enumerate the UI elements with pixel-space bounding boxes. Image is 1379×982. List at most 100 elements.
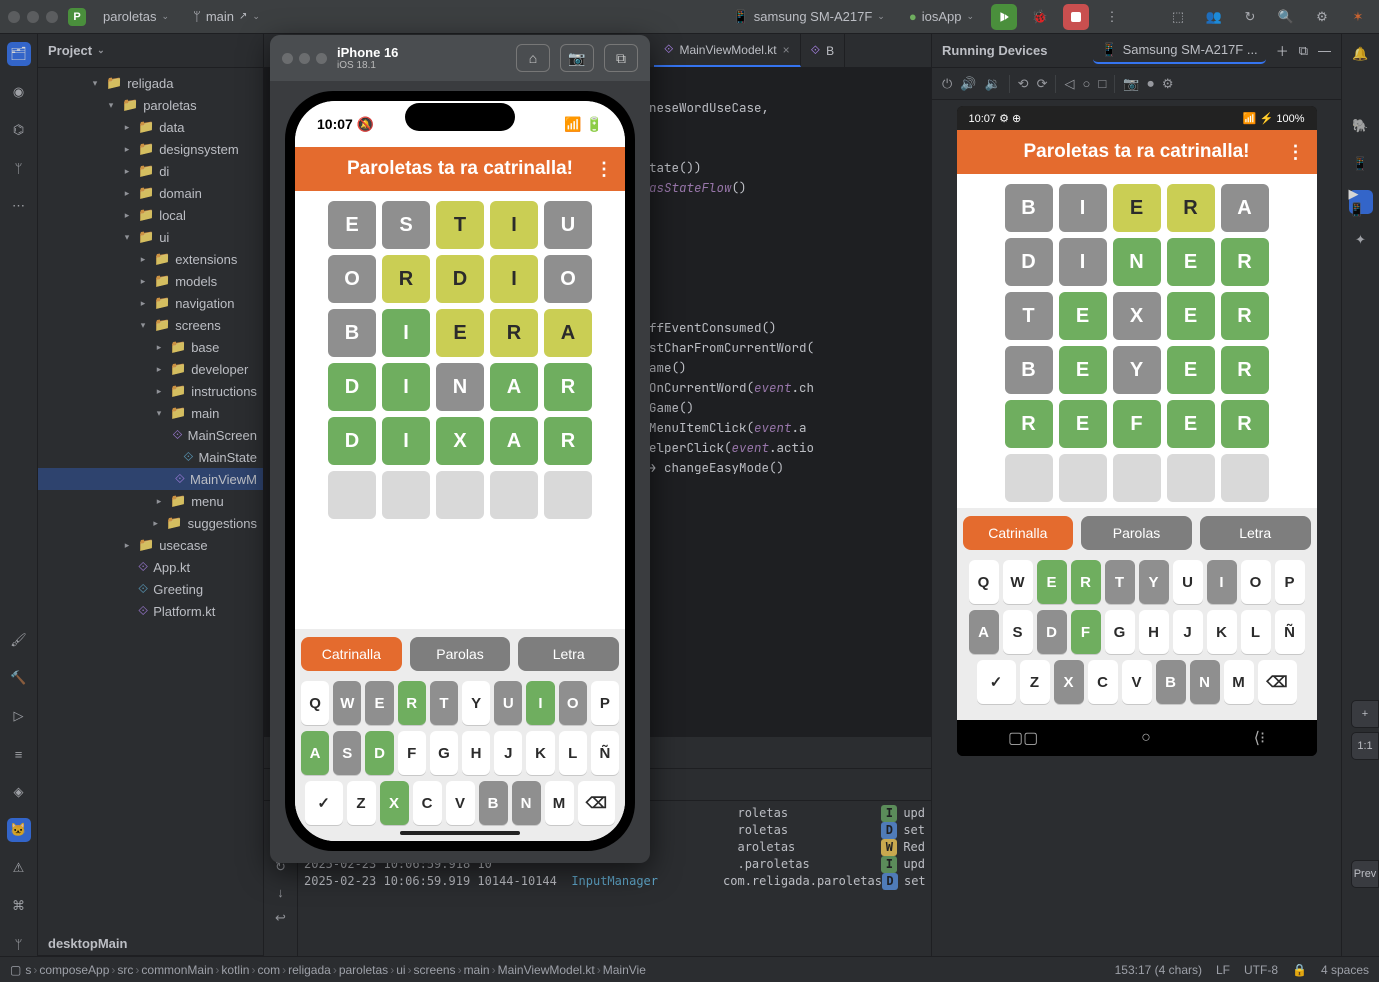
line-sep[interactable]: LF: [1216, 963, 1230, 977]
key-N[interactable]: N: [512, 781, 541, 825]
tree-row[interactable]: ▾📁religada: [38, 72, 263, 94]
vol-up-icon[interactable]: 🔊: [960, 76, 976, 92]
breadcrumb-part[interactable]: ui: [396, 963, 405, 977]
tree-row[interactable]: ▾📁paroletas: [38, 94, 263, 116]
project-selector[interactable]: paroletas⌄: [96, 6, 176, 27]
tree-row[interactable]: ▸📁domain: [38, 182, 263, 204]
code-with-me-icon[interactable]: 👥: [1201, 4, 1227, 30]
build-tool-icon[interactable]: 🔨: [7, 666, 31, 690]
lock-icon[interactable]: 🔒: [1292, 963, 1307, 977]
key-W[interactable]: W: [1003, 560, 1033, 604]
more-tool-icon[interactable]: ⋯: [7, 194, 31, 218]
breadcrumb-part[interactable]: screens: [414, 963, 456, 977]
key-K[interactable]: K: [526, 731, 554, 775]
breadcrumb-part[interactable]: com: [257, 963, 280, 977]
breadcrumb-part[interactable]: s: [25, 963, 31, 977]
key-L[interactable]: L: [1241, 610, 1271, 654]
mode-parolas[interactable]: Parolas: [1081, 516, 1192, 550]
tree-row[interactable]: ▾📁main: [38, 402, 263, 424]
tree-row[interactable]: ▸📁suggestions: [38, 512, 263, 534]
commit-tool-icon[interactable]: ◉: [7, 80, 31, 104]
breadcrumb-part[interactable]: kotlin: [221, 963, 249, 977]
tree-row[interactable]: ▸📁base: [38, 336, 263, 358]
add-device-icon[interactable]: ＋: [1276, 41, 1289, 60]
indent[interactable]: 4 spaces: [1321, 963, 1369, 977]
key-✓[interactable]: ✓: [977, 660, 1016, 704]
settings-icon[interactable]: ⚙: [1309, 4, 1335, 30]
key-N[interactable]: N: [1190, 660, 1220, 704]
tree-icon[interactable]: ▢: [10, 963, 21, 977]
screenshot-icon[interactable]: 📷: [1123, 76, 1139, 92]
key-D[interactable]: D: [365, 731, 393, 775]
tree-row[interactable]: ⟐MainState: [38, 446, 263, 468]
key-X[interactable]: X: [1054, 660, 1084, 704]
search-icon[interactable]: 🔍: [1273, 4, 1299, 30]
key-V[interactable]: V: [1122, 660, 1152, 704]
mode-catrinalla[interactable]: Catrinalla: [963, 516, 1074, 550]
breadcrumb-part[interactable]: paroletas: [339, 963, 388, 977]
project-tool-icon[interactable]: 🗂: [7, 42, 31, 66]
ai-assistant-icon[interactable]: ✶: [1345, 4, 1371, 30]
key-K[interactable]: K: [1207, 610, 1237, 654]
key-M[interactable]: M: [1224, 660, 1254, 704]
key-I[interactable]: I: [1207, 560, 1237, 604]
key-E[interactable]: E: [1037, 560, 1067, 604]
key-E[interactable]: E: [365, 681, 393, 725]
project-tree[interactable]: ▾📁religada▾📁paroletas▸📁data▸📁designsyste…: [38, 68, 263, 932]
tree-row[interactable]: ▸📁menu: [38, 490, 263, 512]
tree-row[interactable]: ▸📁usecase: [38, 534, 263, 556]
key-Y[interactable]: Y: [462, 681, 490, 725]
iphone-screen[interactable]: 10:07 🔕📶 🔋 Paroletas ta ra catrinalla!⋮ …: [295, 101, 625, 841]
breadcrumb-part[interactable]: composeApp: [39, 963, 109, 977]
gradle-icon[interactable]: 🐘: [1349, 114, 1373, 138]
debug-button[interactable]: 🐞: [1027, 4, 1053, 30]
zoom-side-tab[interactable]: 1:1: [1351, 732, 1379, 760]
rotate-left-icon[interactable]: ⟲: [1018, 76, 1029, 92]
editor-tab-b[interactable]: ⟐B: [801, 34, 845, 67]
key-P[interactable]: P: [1275, 560, 1305, 604]
key-J[interactable]: J: [1173, 610, 1203, 654]
key-M[interactable]: M: [545, 781, 574, 825]
key-D[interactable]: D: [1037, 610, 1067, 654]
tree-row[interactable]: ▸📁di: [38, 160, 263, 182]
prev-side-tab[interactable]: Prev: [1351, 860, 1379, 888]
key-H[interactable]: H: [462, 731, 490, 775]
key-⌫[interactable]: ⌫: [1258, 660, 1297, 704]
key-T[interactable]: T: [430, 681, 458, 725]
key-T[interactable]: T: [1105, 560, 1135, 604]
android-screen[interactable]: 10:07 ⚙ ⊕ 📶 ⚡ 100% Paroletas ta ra catri…: [957, 106, 1317, 756]
key-C[interactable]: C: [1088, 660, 1118, 704]
encoding[interactable]: UTF-8: [1244, 963, 1278, 977]
home-icon[interactable]: ○: [1082, 76, 1090, 91]
mode-letra[interactable]: Letra: [518, 637, 619, 671]
key-H[interactable]: H: [1139, 610, 1169, 654]
run-tool-icon[interactable]: ▷: [7, 704, 31, 728]
simulator-titlebar[interactable]: iPhone 16iOS 18.1 ⌂ 📷 ⧉: [270, 35, 650, 81]
running-devices-icon[interactable]: ▶📱: [1349, 190, 1373, 214]
key-⌫[interactable]: ⌫: [578, 781, 616, 825]
key-B[interactable]: B: [1156, 660, 1186, 704]
tree-row[interactable]: ⟐MainScreen: [38, 424, 263, 446]
key-Q[interactable]: Q: [969, 560, 999, 604]
key-U[interactable]: U: [494, 681, 522, 725]
key-C[interactable]: C: [413, 781, 442, 825]
todo-tool-icon[interactable]: ≡: [7, 742, 31, 766]
services-tool-icon[interactable]: ◈: [7, 780, 31, 804]
terminal-tool-icon[interactable]: ⌘: [7, 894, 31, 918]
stop-button[interactable]: [1063, 4, 1089, 30]
breadcrumb-part[interactable]: src: [117, 963, 133, 977]
key-✓[interactable]: ✓: [305, 781, 343, 825]
home-button[interactable]: ⌂: [516, 44, 550, 72]
editor-tab-mainviewmodel[interactable]: ⟐MainViewModel.kt×: [654, 34, 801, 67]
ai-icon[interactable]: ✦: [1349, 228, 1373, 252]
key-A[interactable]: A: [301, 731, 329, 775]
down-icon[interactable]: ↓: [277, 885, 284, 900]
back-icon[interactable]: ◁: [1064, 76, 1074, 92]
updates-icon[interactable]: ⬚: [1165, 4, 1191, 30]
mode-parolas[interactable]: Parolas: [410, 637, 511, 671]
key-I[interactable]: I: [526, 681, 554, 725]
git-tool-icon[interactable]: ᛘ: [7, 932, 31, 956]
vol-down-icon[interactable]: 🔉: [984, 76, 1000, 92]
close-icon[interactable]: ×: [783, 43, 790, 57]
tree-row[interactable]: ▸📁models: [38, 270, 263, 292]
